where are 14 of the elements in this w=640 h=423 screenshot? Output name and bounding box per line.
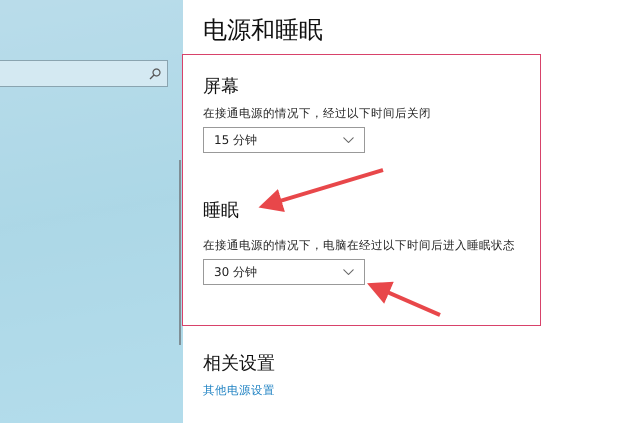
setting-description: 在接通电源的情况下，电脑在经过以下时间后进入睡眠状态 bbox=[203, 238, 515, 253]
chevron-down-icon bbox=[343, 269, 354, 275]
search-icon bbox=[149, 68, 161, 80]
chevron-down-icon bbox=[343, 137, 354, 143]
section-heading: 相关设置 bbox=[203, 352, 275, 375]
section-heading: 屏幕 bbox=[203, 75, 239, 99]
time-dropdown[interactable]: 15 分钟 bbox=[203, 127, 365, 153]
section-heading: 睡眠 bbox=[203, 199, 239, 223]
setting-description: 在接通电源的情况下，经过以下时间后关闭 bbox=[203, 106, 432, 121]
power-settings-link[interactable]: 其他电源设置 bbox=[203, 383, 515, 398]
scrollbar[interactable] bbox=[179, 160, 181, 345]
time-dropdown[interactable]: 30 分钟 bbox=[203, 259, 365, 285]
page-title: 电源和睡眠 bbox=[203, 15, 324, 46]
search-field[interactable] bbox=[0, 60, 168, 87]
